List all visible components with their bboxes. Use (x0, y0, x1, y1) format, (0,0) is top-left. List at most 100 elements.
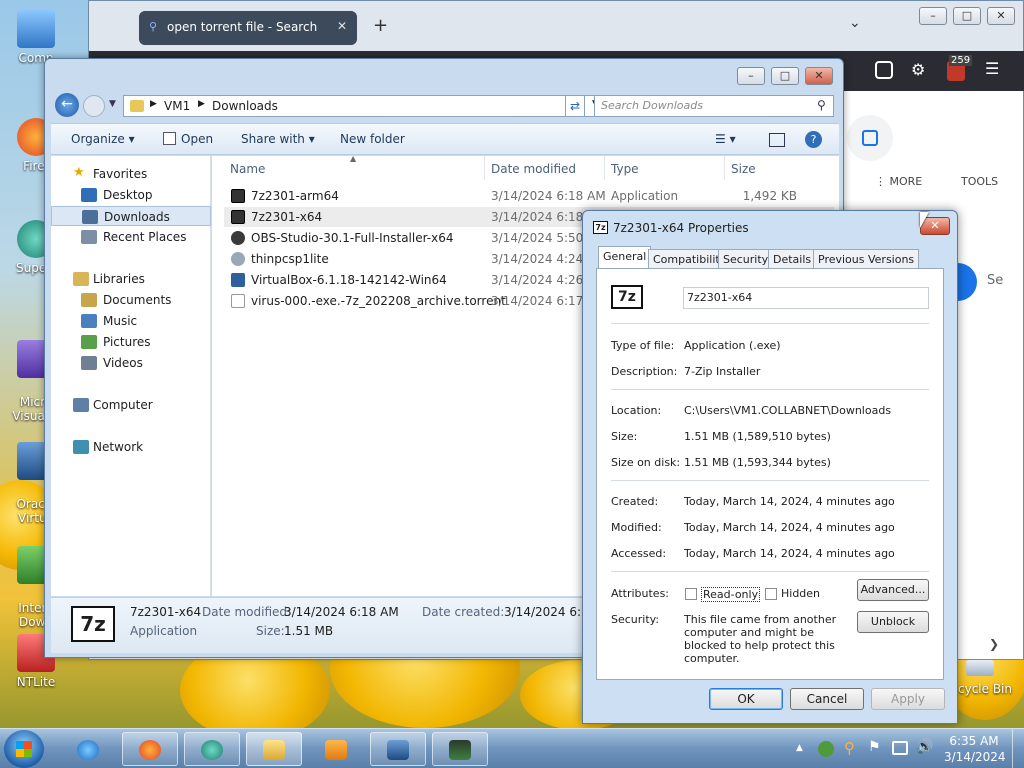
taskbar-media-player[interactable] (308, 732, 364, 766)
taskbar-firefox[interactable] (122, 732, 178, 766)
nav-item-music[interactable]: Music (51, 311, 211, 331)
close-button[interactable]: ✕ (805, 67, 833, 85)
volume-icon[interactable]: 🔊 (916, 739, 933, 755)
forward-button[interactable] (83, 95, 105, 117)
ok-button[interactable]: OK (709, 688, 783, 710)
breadcrumb-downloads[interactable]: Downloads (212, 99, 278, 113)
location-value: C:\Users\VM1.COLLABNET\Downloads (684, 404, 892, 417)
computer-icon (17, 10, 55, 48)
desktop-icon-computer[interactable]: Comp (4, 10, 68, 65)
menu-icon[interactable]: ☰ (985, 59, 999, 78)
tools-label[interactable]: TOOLS (961, 175, 998, 188)
refresh-button[interactable]: ⇄ (565, 95, 585, 117)
search-input[interactable]: Search Downloads (594, 95, 834, 117)
tab-general[interactable]: General (598, 246, 652, 269)
details-size: 1.51 MB (284, 624, 334, 638)
close-tab-icon[interactable]: ✕ (337, 19, 347, 33)
chevron-down-icon[interactable]: ⌄ (849, 15, 861, 31)
column-header-size[interactable]: Size (731, 162, 756, 176)
table-row[interactable]: 7z2301-arm64 3/14/2024 6:18 AM Application… (224, 186, 834, 206)
chevron-right-icon[interactable]: ❯ (989, 637, 999, 651)
tab-details[interactable]: Details (768, 249, 817, 269)
taskbar-virtualbox[interactable] (370, 732, 426, 766)
search-icon: ⚲ (149, 20, 158, 33)
nav-item-downloads[interactable]: Downloads (51, 206, 211, 226)
advanced-button[interactable]: Advanced... (857, 579, 929, 601)
nav-item-computer[interactable]: Computer (51, 395, 211, 415)
minimize-button[interactable]: – (919, 7, 947, 25)
cancel-button[interactable]: Cancel (790, 688, 864, 710)
new-folder-button[interactable]: New folder (340, 132, 405, 146)
filename-field[interactable]: 7z2301-x64 (683, 287, 929, 309)
desktop-icon-recycle-bin[interactable]: cycle Bin (950, 660, 1024, 700)
column-header-type[interactable]: Type (611, 162, 639, 176)
action-center-flag-icon[interactable]: ⚑ (868, 739, 881, 755)
read-only-label[interactable]: Read-only (701, 587, 761, 602)
new-tab-button[interactable]: + (373, 15, 388, 36)
tray-app-icon[interactable] (818, 741, 834, 757)
created-label: Created: (611, 495, 659, 508)
clock-time: 6:35 AM (949, 734, 999, 748)
read-only-checkbox[interactable] (685, 588, 697, 600)
tab-security[interactable]: Security (718, 249, 774, 269)
modified-label: Modified: (611, 521, 662, 534)
windows-logo-icon (16, 741, 32, 757)
taskbar-task-manager[interactable] (432, 732, 488, 766)
help-icon[interactable]: ? (805, 131, 822, 148)
documents-icon (81, 293, 97, 307)
show-desktop-button[interactable] (1012, 729, 1024, 768)
clock[interactable]: 6:35 AM 3/14/2024 (944, 733, 1006, 765)
apply-button[interactable]: Apply (871, 688, 945, 710)
sevenzip-title-icon: 7z (593, 221, 608, 234)
details-filetype: Application (130, 624, 198, 638)
nav-item-libraries[interactable]: Libraries (51, 269, 211, 289)
lens-icon[interactable] (847, 115, 893, 161)
address-bar[interactable]: ▶ VM1 ▶ Downloads ▼ (123, 95, 607, 117)
taskbar-file-explorer[interactable] (246, 732, 302, 766)
preview-pane-icon[interactable] (769, 133, 785, 147)
start-button[interactable] (4, 730, 44, 768)
column-header-name[interactable]: Name (230, 162, 265, 176)
nav-item-videos[interactable]: Videos (51, 353, 211, 373)
nav-item-favorites[interactable]: ★ Favorites (51, 164, 211, 184)
organize-button[interactable]: Organize ▾ (71, 132, 135, 146)
virtualbox-file-icon (231, 273, 245, 287)
close-button[interactable]: ✕ (987, 7, 1015, 25)
back-button[interactable]: ← (55, 93, 79, 117)
browser-tab[interactable]: ⚲ open torrent file - Search ✕ (139, 11, 357, 45)
recent-places-icon (81, 230, 97, 244)
recent-pages-icon[interactable]: ▼ (109, 99, 116, 109)
nav-item-documents[interactable]: Documents (51, 290, 211, 310)
minimize-button[interactable]: – (737, 67, 765, 85)
view-options-icon[interactable]: ☰ ▾ (715, 132, 736, 146)
pictures-icon (81, 335, 97, 349)
open-button[interactable]: Open (163, 132, 213, 146)
folder-icon (263, 740, 285, 760)
pocket-icon[interactable] (875, 61, 893, 79)
share-with-button[interactable]: Share with ▾ (241, 132, 315, 146)
nav-item-desktop[interactable]: Desktop (51, 185, 211, 205)
sevenzip-file-icon (231, 210, 245, 224)
hidden-label[interactable]: Hidden (781, 587, 820, 600)
breadcrumb-vm1[interactable]: VM1 (164, 99, 190, 113)
maximize-button[interactable]: □ (771, 67, 799, 85)
more-label[interactable]: ⋮ MORE (875, 175, 922, 188)
unblock-button[interactable]: Unblock (857, 611, 929, 633)
tab-previous-versions[interactable]: Previous Versions (813, 249, 920, 269)
breadcrumb-arrow-icon: ▶ (150, 99, 157, 109)
nav-item-pictures[interactable]: Pictures (51, 332, 211, 352)
browser-tab-title: open torrent file - Search (167, 20, 318, 34)
obs-file-icon (231, 231, 245, 245)
network-tray-icon[interactable] (892, 741, 908, 755)
taskbar-app[interactable] (184, 732, 240, 766)
tray-search-icon[interactable]: ⚲ (844, 739, 855, 757)
maximize-button[interactable]: □ (953, 7, 981, 25)
hidden-checkbox[interactable] (765, 588, 777, 600)
nav-item-network[interactable]: Network (51, 437, 211, 457)
taskbar-internet-explorer[interactable] (60, 732, 116, 766)
column-header-date[interactable]: Date modified (491, 162, 576, 176)
search-button-partial[interactable] (955, 263, 977, 301)
show-hidden-icons[interactable]: ▲ (796, 743, 803, 753)
nav-item-recent-places[interactable]: Recent Places (51, 227, 211, 247)
extensions-icon[interactable]: ⚙ (911, 60, 925, 79)
